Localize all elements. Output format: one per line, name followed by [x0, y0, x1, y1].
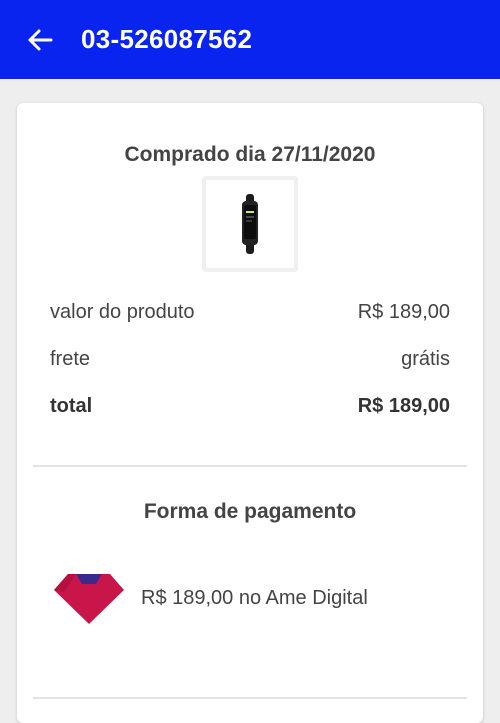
ame-digital-icon: [54, 574, 124, 624]
total-label: total: [50, 395, 93, 417]
product-value-label: valor do produto: [50, 301, 195, 323]
divider: [33, 697, 467, 699]
shipping-label: frete: [50, 348, 91, 370]
back-button[interactable]: [25, 25, 55, 55]
arrow-left-icon: [28, 29, 53, 50]
shipping-row: frete grátis: [50, 348, 450, 371]
payment-method-text: R$ 189,00 no Ame Digital: [141, 586, 368, 609]
total-row: total R$ 189,00: [50, 395, 450, 418]
total-value: R$ 189,00: [357, 395, 450, 417]
order-number-title: 03-526087562: [81, 24, 253, 54]
smart-band-image: [242, 194, 258, 254]
product-thumbnail[interactable]: [202, 176, 298, 272]
shipping-value: grátis: [401, 348, 450, 370]
app-bar: 03-526087562: [0, 0, 500, 79]
payment-method-row: R$ 189,00 no Ame Digital: [50, 568, 460, 628]
payment-section-title: Forma de pagamento: [143, 500, 357, 523]
divider: [33, 465, 467, 467]
product-value-row: valor do produto R$ 189,00: [50, 301, 450, 324]
product-value-amount: R$ 189,00: [357, 301, 450, 323]
purchase-date: Comprado dia 27/11/2020: [124, 143, 376, 166]
order-details-card: Comprado dia 27/11/2020 valor do produto…: [17, 103, 483, 723]
